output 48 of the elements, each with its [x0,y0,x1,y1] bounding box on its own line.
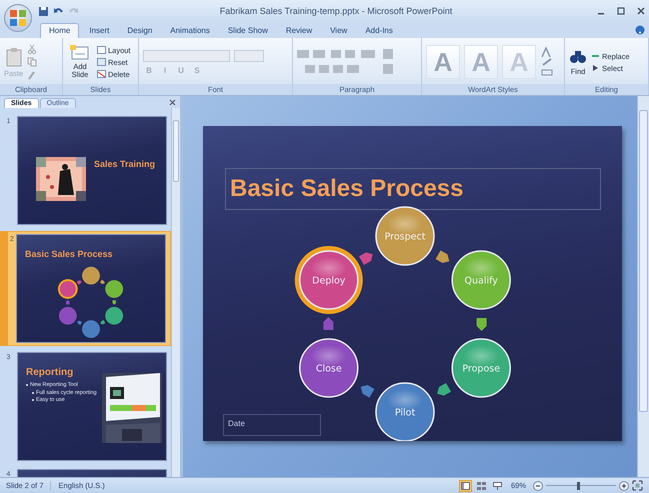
cycle-node[interactable]: Close [299,338,359,398]
replace-icon [591,52,600,60]
reset-icon [97,58,106,66]
font-size-field[interactable] [234,50,264,62]
zoom-out-icon[interactable] [533,480,543,490]
ribbon-tab[interactable]: Add-Ins [357,24,401,38]
save-icon[interactable] [38,6,49,16]
cursor-icon [591,64,600,72]
arrow [360,385,374,398]
ribbon-tab[interactable]: View [322,24,356,38]
window-title: Fabrikam Sales Training-temp.pptx - Microsoft PowerPoint [218,6,454,16]
thumbnail-title: Basic Sales Process [25,249,113,259]
arrow [323,317,334,330]
clipboard-icon [4,46,23,66]
delete-icon [97,70,106,78]
binoculars-icon [569,48,587,64]
ribbon-tab[interactable]: Insert [81,24,118,38]
office-logo-icon [7,7,29,29]
zoom-in-icon[interactable] [619,480,629,490]
help-icon[interactable] [635,25,645,35]
maximize-icon [617,7,625,15]
office-button[interactable] [4,4,32,32]
ribbon-tab[interactable]: Home [40,23,80,38]
cycle-node[interactable]: Deploy [294,246,363,314]
layout-icon [97,46,106,54]
slide-sorter-button[interactable] [474,480,488,492]
ribbon-tab[interactable]: Design [119,24,160,38]
arrow [436,250,450,263]
scrollbar[interactable] [171,108,180,477]
arrow [476,318,487,331]
fit-to-window-icon[interactable] [632,480,643,491]
slide-title[interactable]: Basic Sales Process [225,168,601,210]
scrollbar[interactable] [637,96,649,477]
ribbon-tab[interactable]: Slide Show [220,24,276,38]
ribbon-tab[interactable]: Animations [162,24,218,38]
normal-view-button[interactable] [458,480,472,492]
slide-show-button[interactable] [490,480,504,492]
new-slide-icon [70,44,90,61]
arrow [437,383,451,396]
thumbnail-title: Reporting [26,367,74,378]
cycle-node[interactable]: Pilot [375,382,435,441]
close-icon [637,7,645,15]
ribbon-tab[interactable]: Review [278,24,320,38]
slider-thumb[interactable] [576,482,580,490]
thumbnail-title: Sales Training [94,159,156,171]
close-icon[interactable] [169,98,176,106]
date-placeholder[interactable]: Date [223,414,321,436]
arrow [359,252,373,265]
